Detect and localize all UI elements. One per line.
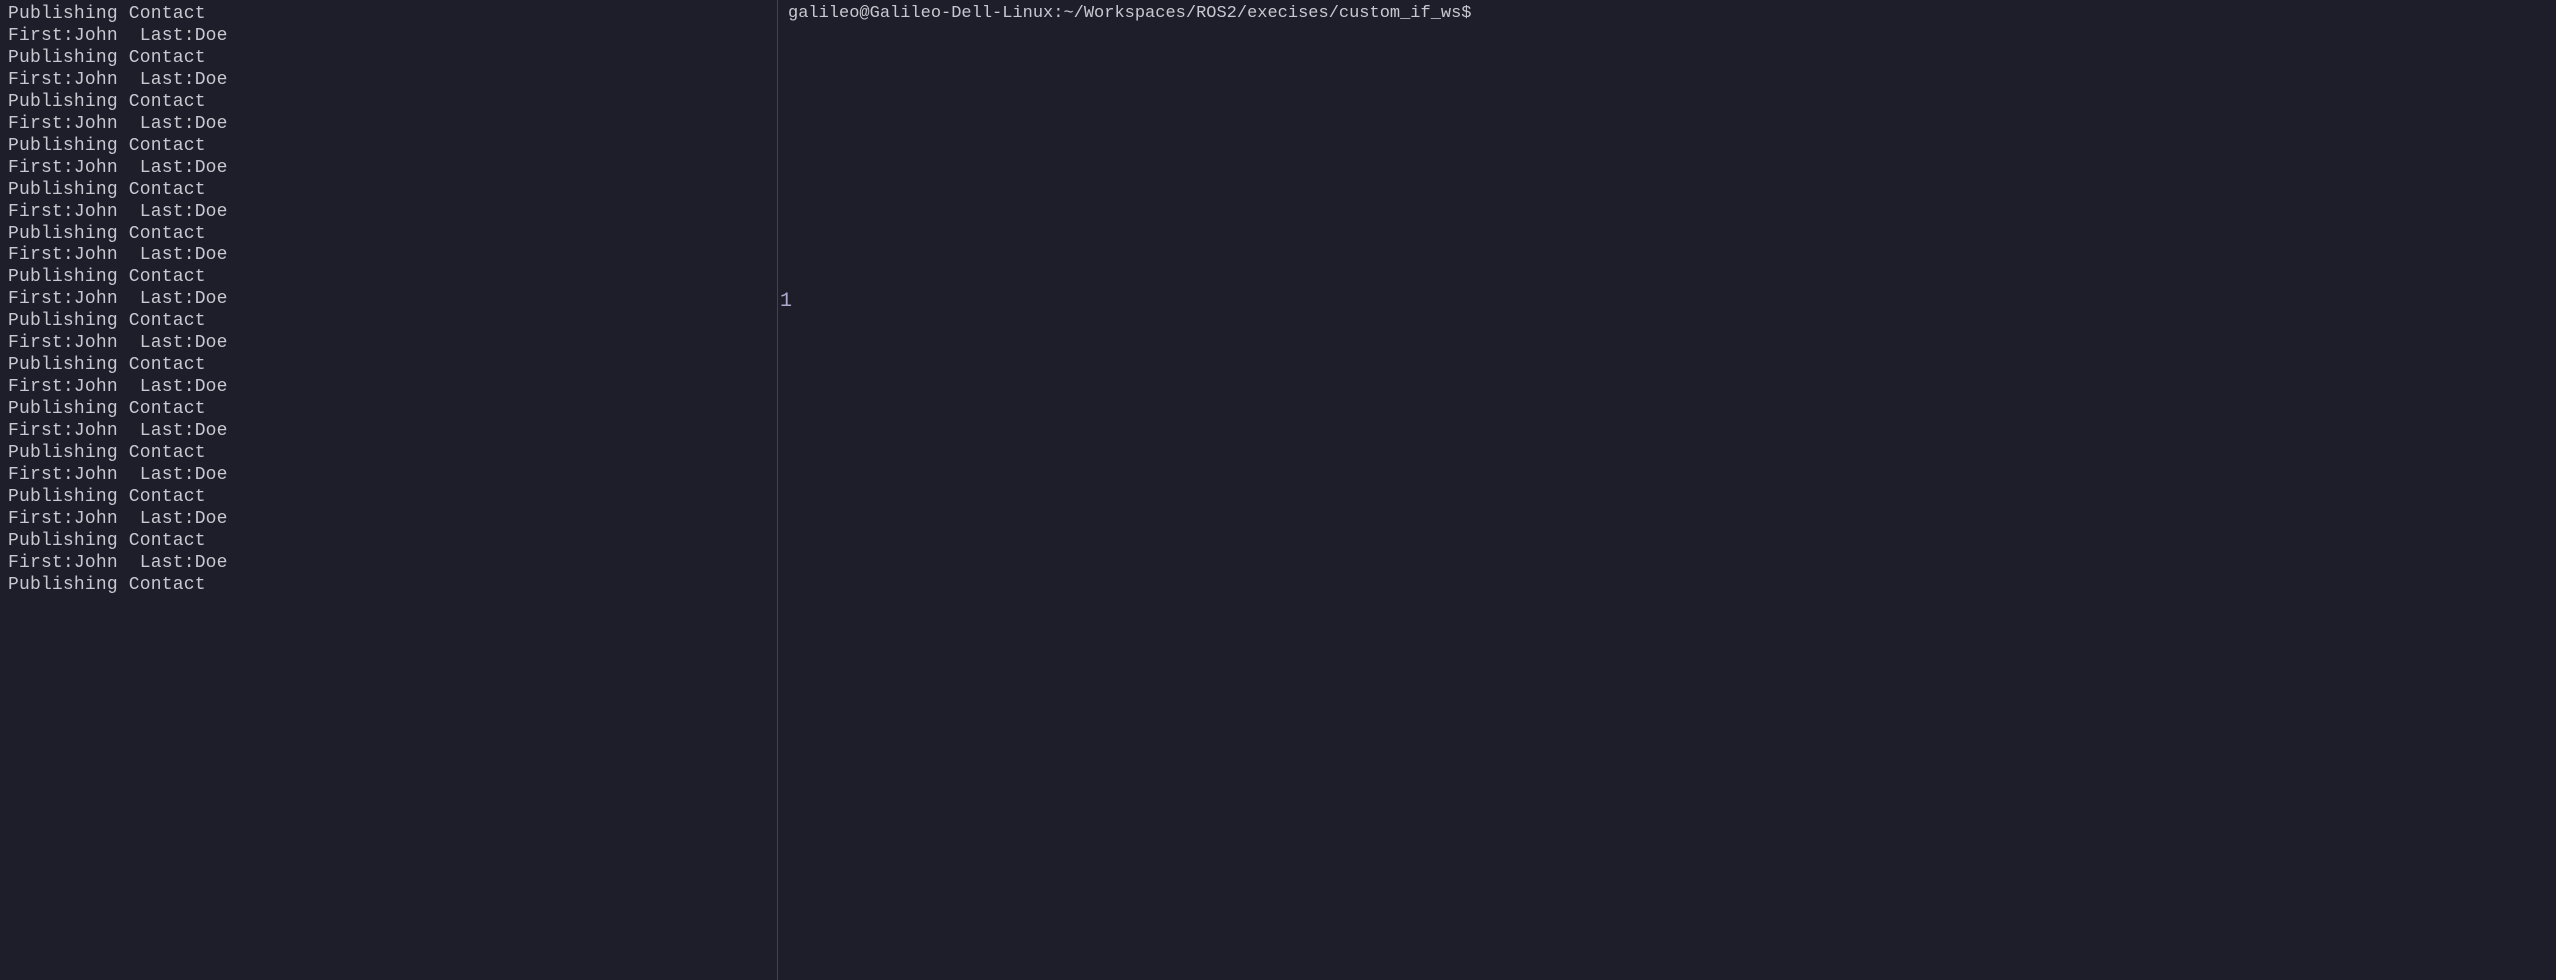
terminal-line: Publishing Contact: [8, 355, 769, 377]
terminal-line: First:John Last:Doe: [8, 553, 769, 575]
terminal-line: First:John Last:Doe: [8, 421, 769, 443]
terminal-line: Publishing Contact: [8, 180, 769, 202]
terminal-line: Publishing Contact: [8, 267, 769, 289]
terminal-line: First:John Last:Doe: [8, 509, 769, 531]
terminal-line: First:John Last:Doe: [8, 114, 769, 136]
terminal-line: First:John Last:Doe: [8, 158, 769, 180]
terminal-line: First:John Last:Doe: [8, 289, 769, 311]
terminal-line: Publishing Contact: [8, 48, 769, 70]
left-terminal: Publishing ContactFirst:John Last:DoePub…: [0, 0, 778, 980]
terminal-line: First:John Last:Doe: [8, 333, 769, 355]
left-terminal-content: Publishing ContactFirst:John Last:DoePub…: [8, 4, 769, 597]
terminal-line: First:John Last:Doe: [8, 26, 769, 48]
terminal-line: First:John Last:Doe: [8, 465, 769, 487]
terminal-title: galileo@Galileo-Dell-Linux:~/Workspaces/…: [778, 0, 2556, 27]
terminal-line: Publishing Contact: [8, 224, 769, 246]
right-terminal: galileo@Galileo-Dell-Linux:~/Workspaces/…: [778, 0, 2556, 980]
terminal-line: First:John Last:Doe: [8, 70, 769, 92]
terminal-line: First:John Last:Doe: [8, 202, 769, 224]
terminal-line: Publishing Contact: [8, 443, 769, 465]
terminal-line: Publishing Contact: [8, 92, 769, 114]
terminal-line: First:John Last:Doe: [8, 377, 769, 399]
terminal-line: Publishing Contact: [8, 311, 769, 333]
terminal-line: First:John Last:Doe: [8, 245, 769, 267]
terminal-line: Publishing Contact: [8, 4, 769, 26]
terminal-line: Publishing Contact: [8, 399, 769, 421]
terminal-line: Publishing Contact: [8, 531, 769, 553]
terminal-line: Publishing Contact: [8, 136, 769, 158]
terminal-line: Publishing Contact: [8, 575, 769, 597]
terminal-line: Publishing Contact: [8, 487, 769, 509]
scroll-indicator: 1: [780, 290, 792, 313]
